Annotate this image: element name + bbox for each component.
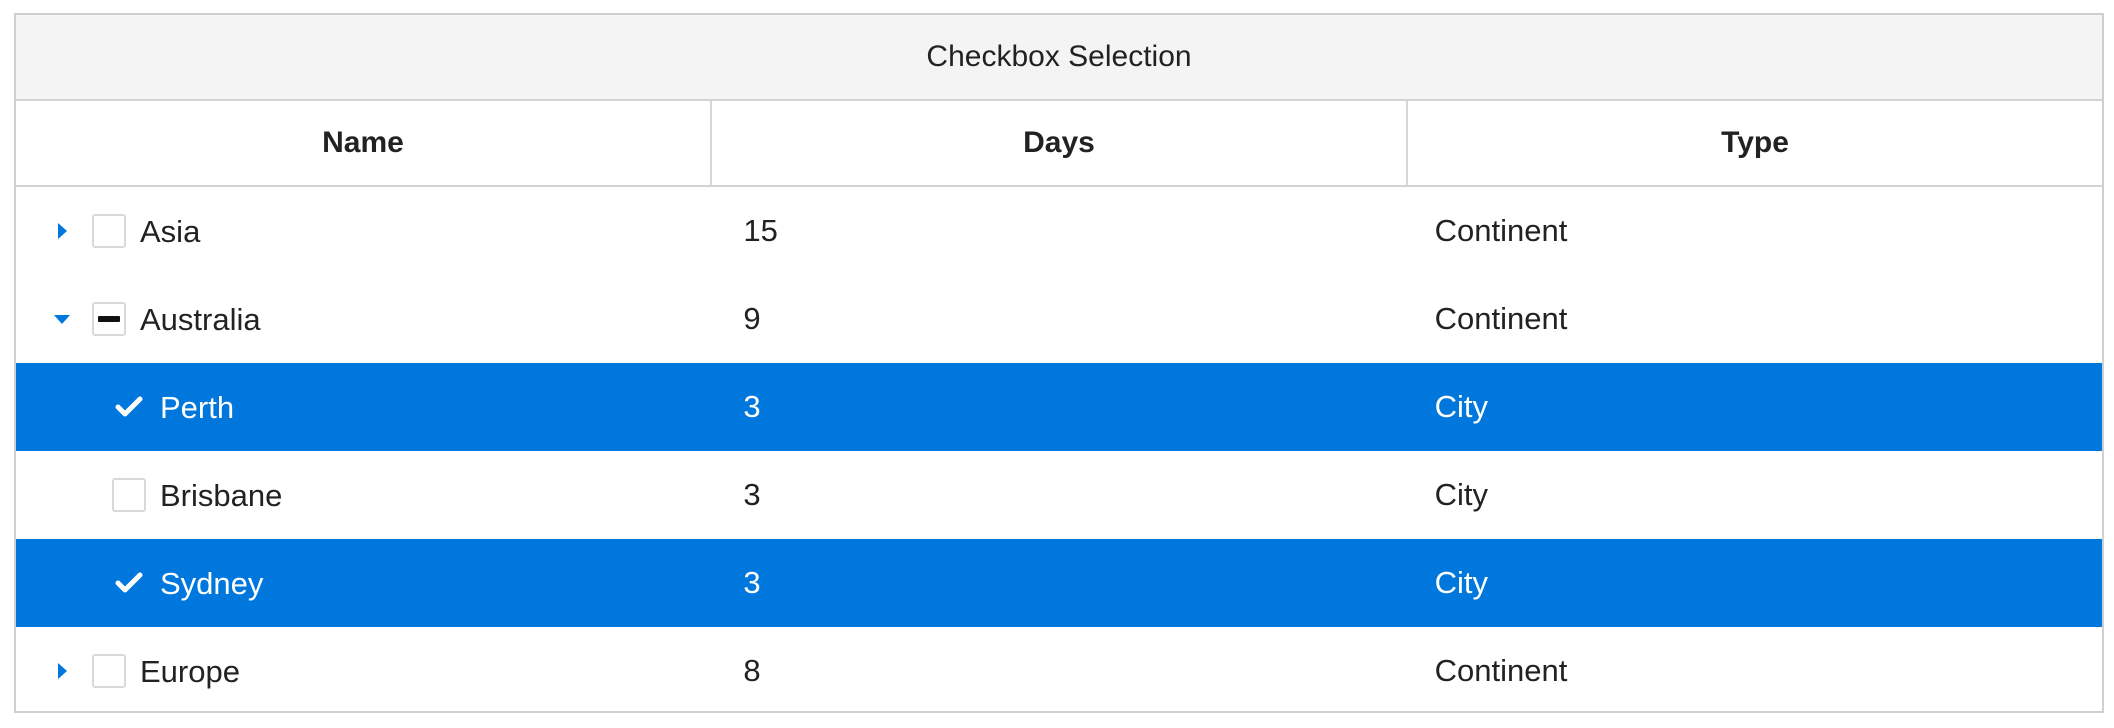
- row-days: 15: [743, 213, 778, 248]
- type-cell: City: [1411, 363, 2102, 451]
- table-row[interactable]: Sydney 3 City: [16, 539, 2102, 627]
- name-cell: Sydney: [16, 539, 719, 627]
- table-row[interactable]: Europe 8 Continent: [16, 627, 2102, 715]
- name-cell: Perth: [16, 363, 719, 451]
- type-cell: City: [1411, 539, 2102, 627]
- type-cell: Continent: [1411, 275, 2102, 363]
- column-header-days-label: Days: [1023, 126, 1095, 159]
- table-header-row: Name Days Type: [16, 101, 2102, 187]
- column-header-days[interactable]: Days: [712, 101, 1408, 185]
- name-cell: Europe: [16, 627, 719, 715]
- row-checkbox[interactable]: [92, 302, 126, 336]
- column-header-name-label: Name: [322, 126, 404, 159]
- caret-down-icon[interactable]: [52, 309, 72, 329]
- row-checkbox[interactable]: [112, 478, 146, 512]
- row-name: Europe: [140, 653, 240, 689]
- table-row[interactable]: Asia 15 Continent: [16, 187, 2102, 275]
- caret-right-icon[interactable]: [52, 221, 72, 241]
- table-row[interactable]: Australia 9 Continent: [16, 275, 2102, 363]
- days-cell: 15: [719, 187, 1410, 275]
- row-days: 3: [743, 477, 761, 512]
- row-days: 8: [743, 653, 761, 688]
- days-cell: 3: [719, 451, 1410, 539]
- row-type: City: [1434, 389, 1489, 424]
- days-cell: 9: [719, 275, 1410, 363]
- tree-table: Checkbox Selection Name Days Type Asia 1…: [14, 13, 2104, 713]
- row-name: Brisbane: [160, 477, 283, 513]
- row-type: Continent: [1434, 653, 1568, 688]
- row-checkbox[interactable]: [92, 654, 126, 688]
- caret-right-icon[interactable]: [52, 661, 72, 681]
- name-cell: Asia: [16, 187, 719, 275]
- caption-text: Checkbox Selection: [926, 40, 1192, 73]
- table-row[interactable]: Brisbane 3 City: [16, 451, 2102, 539]
- row-name: Sydney: [160, 565, 264, 601]
- row-days: 9: [743, 301, 761, 336]
- name-cell: Australia: [16, 275, 719, 363]
- days-cell: 8: [719, 627, 1410, 715]
- type-cell: Continent: [1411, 627, 2102, 715]
- days-cell: 3: [719, 363, 1410, 451]
- table-caption: Checkbox Selection: [16, 15, 2102, 101]
- row-type: City: [1434, 565, 1489, 600]
- name-cell: Brisbane: [16, 451, 719, 539]
- table-row[interactable]: Perth 3 City: [16, 363, 2102, 451]
- row-days: 3: [743, 565, 761, 600]
- column-header-type-label: Type: [1721, 126, 1789, 159]
- type-cell: Continent: [1411, 187, 2102, 275]
- table-body: Asia 15 Continent Australia 9 Continent …: [16, 187, 2102, 715]
- checkmark-icon[interactable]: [112, 390, 146, 424]
- column-header-type[interactable]: Type: [1408, 101, 2102, 185]
- type-cell: City: [1411, 451, 2102, 539]
- row-type: City: [1434, 477, 1489, 512]
- row-checkbox[interactable]: [92, 214, 126, 248]
- row-type: Continent: [1434, 301, 1568, 336]
- checkmark-icon[interactable]: [112, 566, 146, 600]
- row-name: Asia: [140, 213, 201, 249]
- row-days: 3: [743, 389, 761, 424]
- row-type: Continent: [1434, 213, 1568, 248]
- row-name: Perth: [160, 389, 235, 425]
- column-header-name[interactable]: Name: [16, 101, 712, 185]
- days-cell: 3: [719, 539, 1410, 627]
- row-name: Australia: [140, 301, 261, 337]
- minus-icon: [98, 316, 120, 322]
